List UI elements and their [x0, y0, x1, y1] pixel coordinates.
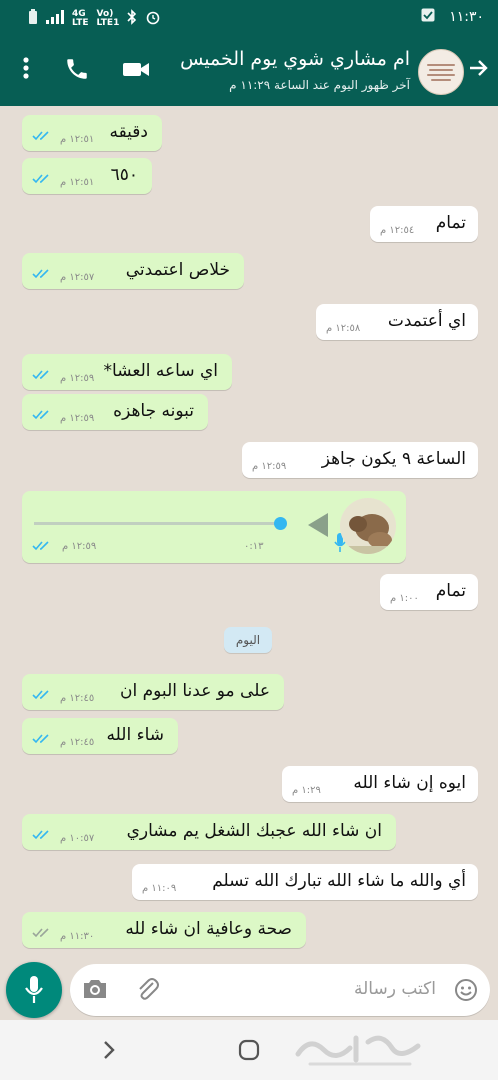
message-incoming[interactable]: اي أعتمدت ١٢:٥٨ م: [316, 304, 478, 340]
message-time: ١٢:٤٥ م: [60, 693, 95, 704]
message-outgoing[interactable]: خلاص اعتمدتي ١٢:٥٧ م: [22, 253, 244, 289]
message-outgoing[interactable]: على مو عدنا البوم ان ١٢:٤٥ م: [22, 674, 284, 710]
message-time: ١٢:٥١ م: [60, 134, 95, 145]
voice-seek-handle[interactable]: [274, 517, 287, 530]
date-divider: اليوم: [224, 627, 272, 653]
read-ticks-icon: [32, 826, 52, 845]
message-text: خلاص اعتمدتي: [125, 260, 230, 280]
volte-indicator: Vo) LTE1: [96, 9, 120, 28]
signal-icon: [46, 10, 64, 28]
clock: ١١:٣٠: [449, 9, 484, 25]
message-incoming[interactable]: تمام ١٢:٥٤ م: [370, 206, 478, 242]
network-4g-indicator: 4G LTE: [72, 9, 89, 28]
read-ticks-icon: [32, 265, 52, 284]
alarm-icon: [145, 9, 161, 29]
message-outgoing[interactable]: ان شاء الله عجبك الشغل يم مشاري ١٠:٥٧ م: [22, 814, 396, 850]
voice-message[interactable]: ٠:١٣ ١٢:٥٩ م: [22, 491, 406, 563]
voice-duration: ٠:١٣: [244, 541, 264, 552]
message-text: ايوه إن شاء الله: [353, 773, 466, 793]
mic-icon: [25, 976, 43, 1008]
checkbox-notification-icon: [421, 8, 435, 26]
message-time: ١:٠٠ م: [390, 593, 419, 604]
message-text: أي والله ما شاء الله تبارك الله تسلم: [212, 871, 466, 891]
message-incoming[interactable]: ايوه إن شاء الله ١:٢٩ م: [282, 766, 478, 802]
nav-home-icon[interactable]: [238, 1039, 260, 1065]
message-text: اي أعتمدت: [387, 311, 466, 331]
read-ticks-icon: [32, 406, 52, 425]
last-seen: آخر ظهور اليوم عند الساعة ١١:٢٩ م: [229, 78, 410, 92]
voice-sender-avatar: [340, 498, 396, 554]
message-text: ان شاء الله عجبك الشغل يم مشاري: [126, 821, 382, 841]
read-ticks-icon: [32, 127, 52, 146]
message-time: ١١:٠٩ م: [142, 883, 177, 894]
status-bar: 4G LTE Vo) LTE1 ١١:٣٠: [0, 0, 498, 36]
message-time: ١٢:٥٨ م: [326, 323, 361, 334]
more-vert-icon[interactable]: [22, 56, 30, 84]
chat-header: ام مشاري شوي يوم الخميس آخر ظهور اليوم ع…: [0, 36, 498, 106]
video-camera-icon[interactable]: [122, 56, 150, 86]
message-text: تمام: [435, 581, 466, 601]
message-outgoing[interactable]: تبونه جاهزه ١٢:٥٩ م: [22, 394, 208, 430]
message-input-placeholder: اكتب رسالة: [354, 979, 436, 999]
read-ticks-icon: [32, 686, 52, 705]
message-outgoing[interactable]: اي ساعه العشا* ١٢:٥٩ م: [22, 354, 232, 390]
avatar[interactable]: [418, 49, 464, 95]
message-time: ١٢:٥٩ م: [60, 373, 95, 384]
message-outgoing[interactable]: دقيقه ١٢:٥١ م: [22, 115, 162, 151]
message-time: ١١:٣٠ م: [60, 931, 95, 942]
message-time: ١٢:٥٩ م: [62, 541, 97, 552]
delivered-ticks-icon: [32, 924, 52, 943]
phone-icon[interactable]: [64, 56, 90, 86]
emoji-icon[interactable]: [454, 978, 478, 1006]
camera-icon[interactable]: [82, 978, 108, 1004]
message-incoming[interactable]: أي والله ما شاء الله تبارك الله تسلم ١١:…: [132, 864, 478, 900]
message-text: على مو عدنا البوم ان: [120, 681, 270, 701]
read-ticks-icon: [32, 170, 52, 189]
watermark-logo: [290, 1024, 430, 1070]
composer-bar: اكتب رسالة: [0, 958, 498, 1020]
message-text: شاء الله: [106, 725, 164, 745]
message-text: اي ساعه العشا*: [103, 361, 218, 381]
message-outgoing[interactable]: شاء الله ١٢:٤٥ م: [22, 718, 178, 754]
message-text: ٦٥٠: [110, 165, 138, 185]
play-icon[interactable]: [308, 513, 328, 537]
message-time: ١٢:٥٩ م: [60, 413, 95, 424]
battery-icon: [28, 9, 38, 29]
message-text: صحة وعافية ان شاء لله: [125, 919, 292, 939]
read-ticks-icon: [32, 730, 52, 749]
paperclip-icon[interactable]: [136, 977, 160, 1007]
voice-progress-track[interactable]: [34, 522, 280, 525]
message-time: ١٢:٥٧ م: [60, 272, 95, 283]
message-text: دقيقه: [109, 122, 148, 142]
message-time: ١٢:٥١ م: [60, 177, 95, 188]
bluetooth-icon: [127, 9, 137, 29]
message-incoming[interactable]: الساعة ٩ يكون جاهز ١٢:٥٩ م: [242, 442, 478, 478]
contact-name[interactable]: ام مشاري شوي يوم الخميس: [180, 48, 410, 70]
message-time: ١٢:٤٥ م: [60, 737, 95, 748]
message-input[interactable]: اكتب رسالة: [70, 964, 490, 1016]
message-incoming[interactable]: تمام ١:٠٠ م: [380, 574, 478, 610]
message-time: ١٢:٥٤ م: [380, 225, 415, 236]
read-ticks-icon: [32, 537, 52, 556]
message-time: ١٢:٥٩ م: [252, 461, 287, 472]
back-arrow-icon[interactable]: [468, 58, 488, 82]
message-outgoing[interactable]: صحة وعافية ان شاء لله ١١:٣٠ م: [22, 912, 306, 948]
chat-area[interactable]: دقيقه ١٢:٥١ م ٦٥٠ ١٢:٥١ م تمام ١٢:٥٤ م خ…: [0, 106, 498, 958]
nav-back-icon[interactable]: [102, 1040, 116, 1064]
message-outgoing[interactable]: ٦٥٠ ١٢:٥١ م: [22, 158, 152, 194]
voice-record-button[interactable]: [6, 962, 62, 1018]
message-time: ١:٢٩ م: [292, 785, 321, 796]
read-ticks-icon: [32, 366, 52, 385]
message-time: ١٠:٥٧ م: [60, 833, 95, 844]
message-text: تبونه جاهزه: [113, 401, 194, 421]
message-text: الساعة ٩ يكون جاهز: [321, 449, 466, 469]
message-text: تمام: [435, 213, 466, 233]
